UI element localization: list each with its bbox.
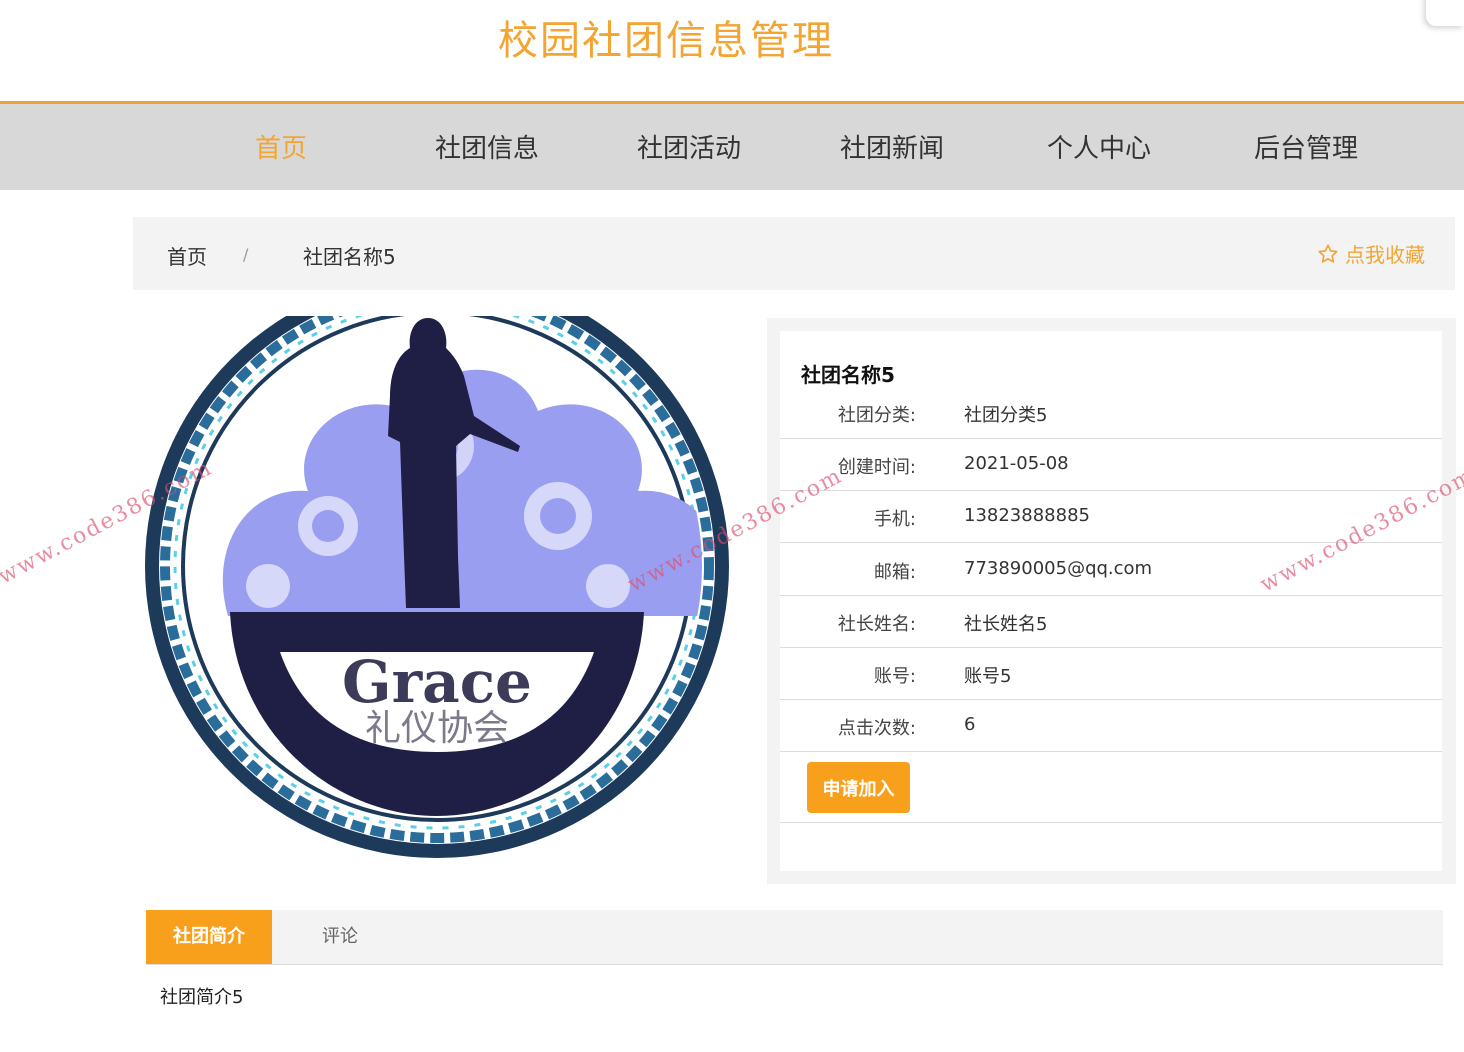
info-value: 社长姓名5 xyxy=(964,614,1048,635)
info-label: 邮箱: xyxy=(873,562,916,583)
info-row-account: 账号: 账号5 xyxy=(780,648,1442,700)
breadcrumb-home-link[interactable]: 首页 xyxy=(167,241,207,270)
nav-item-club-activities[interactable]: 社团活动 xyxy=(637,128,741,165)
nav-item-club-news[interactable]: 社团新闻 xyxy=(840,128,944,165)
club-info-card: 社团名称5 社团分类: 社团分类5 创建时间: 2021-05-08 手机: 1… xyxy=(780,331,1442,871)
info-value: 账号5 xyxy=(964,666,1012,687)
detail-tabs: 社团简介 评论 xyxy=(146,910,1443,965)
info-label: 手机: xyxy=(873,509,916,530)
info-label: 创建时间: xyxy=(837,457,916,478)
join-button[interactable]: 申请加入 xyxy=(807,762,910,813)
tab-club-intro[interactable]: 社团简介 xyxy=(146,910,272,964)
site-title: 校园社团信息管理 xyxy=(498,18,834,64)
nav-item-admin[interactable]: 后台管理 xyxy=(1254,128,1358,165)
tab-comments[interactable]: 评论 xyxy=(286,910,394,964)
info-value: 6 xyxy=(964,714,976,735)
logo-latin-text: Grace xyxy=(342,648,532,716)
club-name: 社团名称5 xyxy=(801,363,895,387)
main-nav: 首页 社团信息 社团活动 社团新闻 个人中心 后台管理 xyxy=(0,101,1464,190)
breadcrumb: 首页 / 社团名称5 点我收藏 xyxy=(133,217,1455,290)
info-value: 13823888885 xyxy=(964,505,1090,526)
floating-widget[interactable] xyxy=(1426,0,1464,26)
info-label: 点击次数: xyxy=(837,718,916,739)
breadcrumb-separator: / xyxy=(243,245,249,264)
nav-item-personal-center[interactable]: 个人中心 xyxy=(1047,128,1151,165)
info-row-clicks: 点击次数: 6 xyxy=(780,700,1442,752)
info-row-email: 邮箱: 773890005@qq.com xyxy=(780,544,1442,596)
info-label: 账号: xyxy=(873,666,916,687)
club-intro-text: 社团简介5 xyxy=(160,987,244,1008)
info-label: 社团分类: xyxy=(837,405,916,426)
club-logo: Grace 礼仪协会 xyxy=(138,274,736,868)
nav-item-club-info[interactable]: 社团信息 xyxy=(435,128,539,165)
info-value: 2021-05-08 xyxy=(964,453,1069,474)
info-row-president: 社长姓名: 社长姓名5 xyxy=(780,596,1442,648)
breadcrumb-current: 社团名称5 xyxy=(303,245,396,269)
info-label: 社长姓名: xyxy=(837,614,916,635)
info-row-phone: 手机: 13823888885 xyxy=(780,491,1442,543)
info-row-category: 社团分类: 社团分类5 xyxy=(780,387,1442,439)
info-row-created: 创建时间: 2021-05-08 xyxy=(780,439,1442,491)
favorite-button[interactable]: 点我收藏 xyxy=(1317,239,1425,268)
action-row: 申请加入 xyxy=(780,753,1442,823)
favorite-label: 点我收藏 xyxy=(1345,243,1425,267)
star-outline-icon xyxy=(1318,243,1338,263)
club-info-panel: 社团名称5 社团分类: 社团分类5 创建时间: 2021-05-08 手机: 1… xyxy=(767,318,1456,884)
logo-cn-text: 礼仪协会 xyxy=(365,708,509,749)
info-value: 773890005@qq.com xyxy=(964,558,1153,579)
nav-item-home[interactable]: 首页 xyxy=(255,128,307,165)
info-value: 社团分类5 xyxy=(964,405,1048,426)
